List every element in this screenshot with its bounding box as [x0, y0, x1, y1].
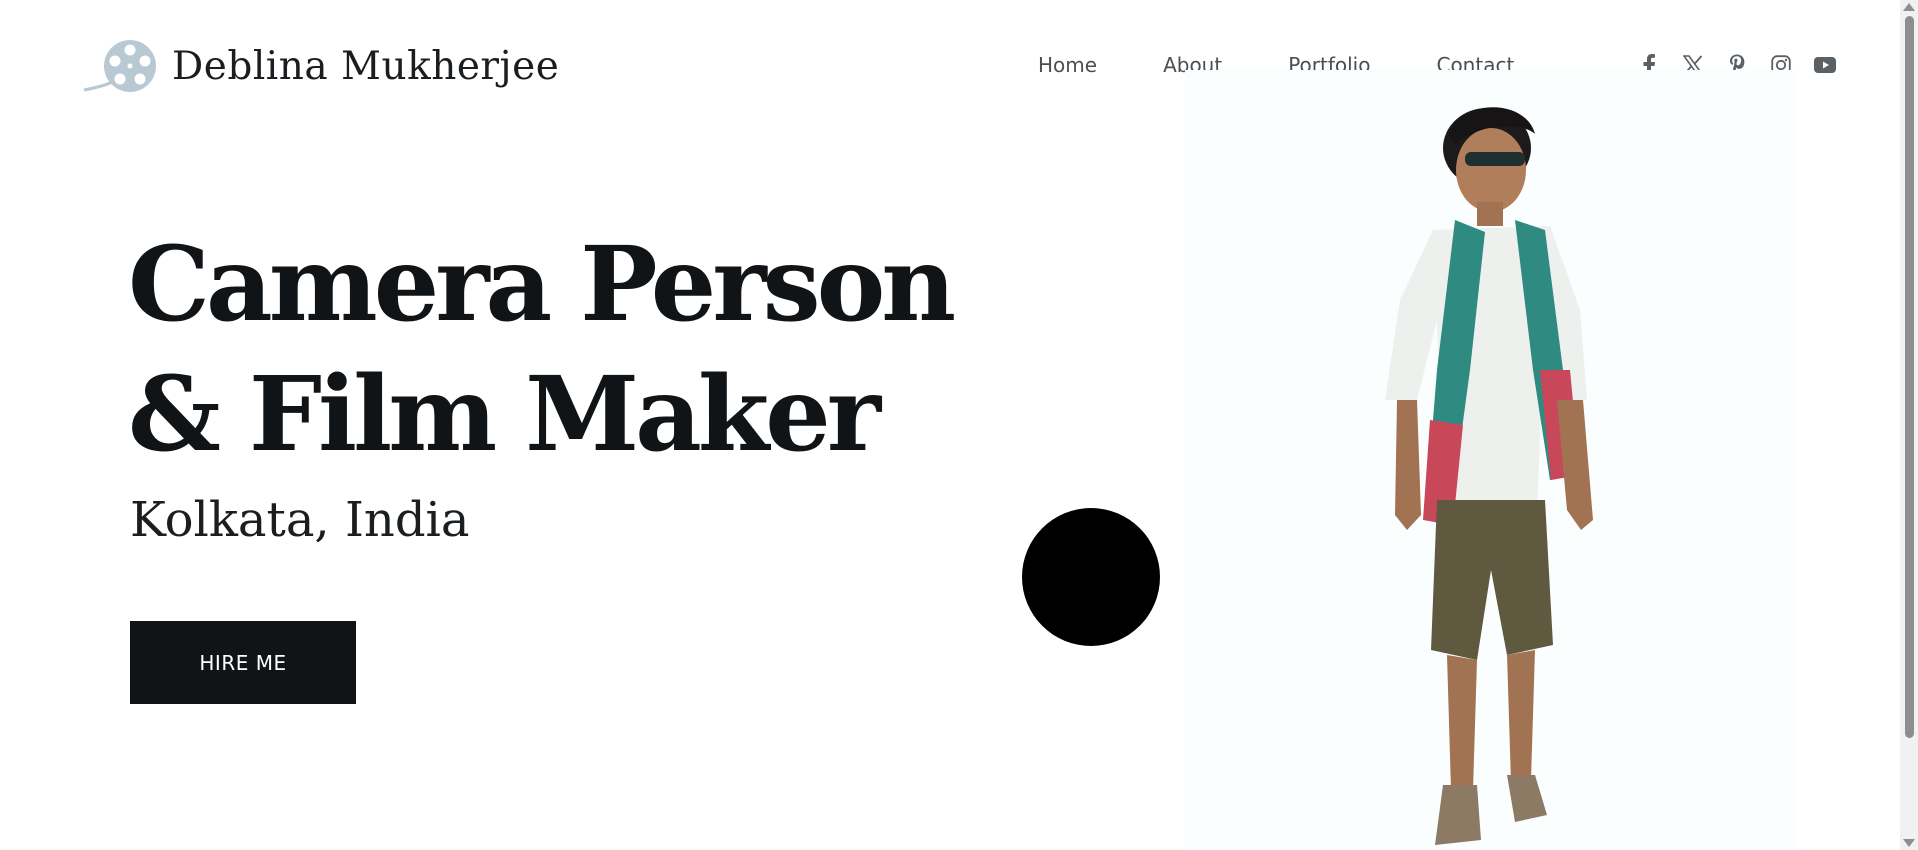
hero-photo: [1185, 70, 1797, 850]
nav-home[interactable]: Home: [1038, 52, 1097, 78]
film-reel-icon: [83, 40, 156, 92]
hero-title: Camera Person & Film Maker: [128, 220, 956, 480]
youtube-icon: [1814, 57, 1836, 73]
site-logo[interactable]: Deblina Mukherjee: [82, 38, 559, 94]
site-name: Deblina Mukherjee: [172, 43, 560, 89]
hero-title-line-2: & Film Maker: [128, 354, 881, 475]
hero-title-line-1: Camera Person: [128, 224, 956, 345]
location-text: Kolkata, India: [130, 492, 470, 548]
scroll-up-arrow-icon[interactable]: [1903, 3, 1915, 11]
youtube-link[interactable]: [1812, 52, 1838, 78]
vertical-scrollbar[interactable]: [1900, 0, 1918, 850]
scrollbar-thumb[interactable]: [1905, 16, 1914, 738]
scroll-down-arrow-icon[interactable]: [1903, 839, 1915, 847]
decorative-circle: [1022, 508, 1160, 646]
hire-me-button[interactable]: HIRE ME: [130, 621, 356, 704]
walking-person-image: [1385, 107, 1593, 845]
